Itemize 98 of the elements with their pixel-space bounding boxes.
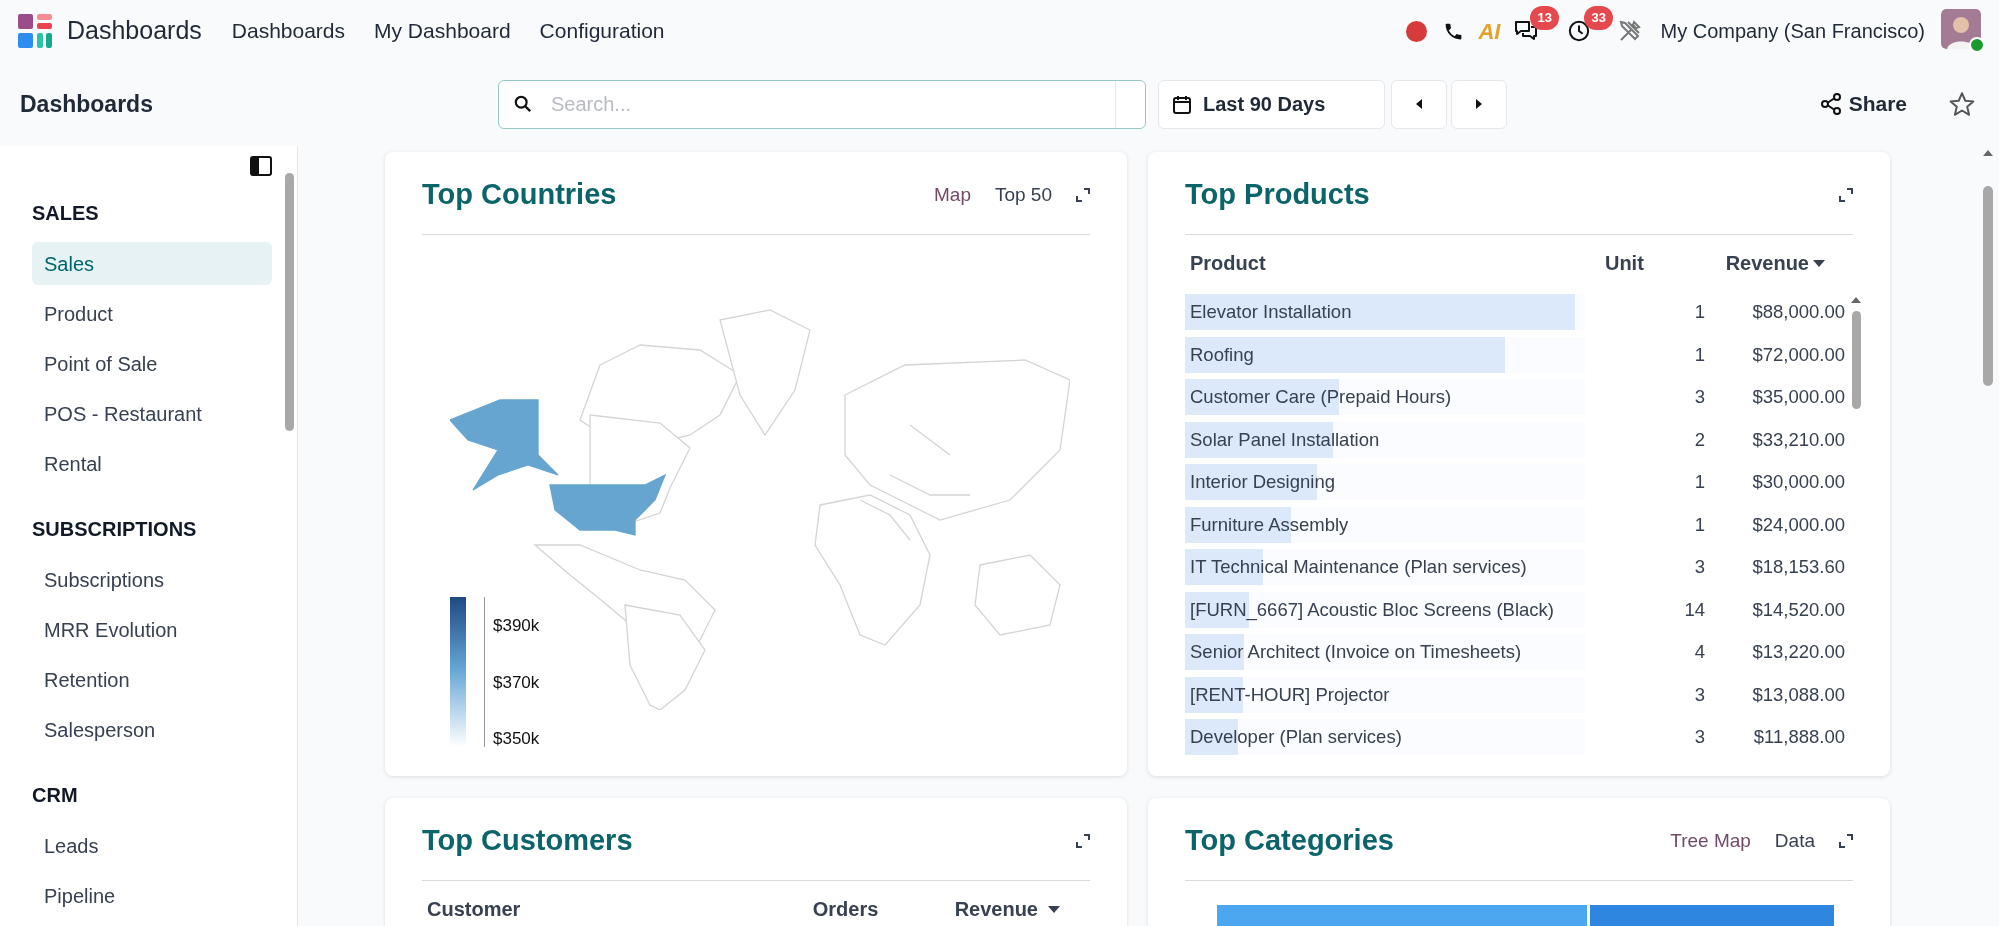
company-name[interactable]: My Company (San Francisco) [1660, 16, 1925, 46]
tools-icon[interactable] [1618, 19, 1643, 43]
expand-icon[interactable] [1839, 834, 1853, 848]
column-header: Orders [812, 897, 880, 922]
unit-cell-text: 4 [1693, 640, 1705, 665]
product-name: Developer (Plan services) [1189, 725, 1402, 750]
view-tab[interactable]: Data [1774, 826, 1815, 856]
column-header: Product [1190, 251, 1267, 276]
product-name: Elevator Installation [1189, 300, 1352, 325]
sidebar-item[interactable]: POS - Restaurant [32, 392, 272, 435]
revenue-cell-text: $33,210.00 [1751, 427, 1845, 452]
revenue-cell-text: $18,153.60 [1751, 555, 1845, 580]
card-title: Top Categories [1185, 823, 1394, 859]
product-name: Furniture Assembly [1189, 512, 1349, 537]
revenue-cell-text: $13,088.00 [1751, 682, 1845, 707]
user-avatar[interactable] [1941, 9, 1981, 49]
scrollbar-thumb[interactable] [1983, 186, 1993, 386]
sidebar-item[interactable]: Product [32, 292, 272, 335]
sidebar-toggle-icon[interactable] [250, 156, 272, 176]
search-icon [514, 94, 532, 113]
revenue-cell-text: $88,000.00 [1751, 300, 1845, 325]
share-button[interactable]: Share [1820, 88, 1907, 120]
product-name: Customer Care (Prepaid Hours) [1189, 385, 1452, 410]
card-title: Top Products [1185, 177, 1370, 213]
unit-cell-text: 2 [1693, 427, 1705, 452]
sidebar-section-title: SALES [32, 201, 100, 226]
sidebar-item[interactable]: MRR Evolution [32, 608, 272, 651]
revenue-cell-text: $24,000.00 [1751, 512, 1845, 537]
product-name: [FURN_6667] Acoustic Bloc Screens (Black) [1189, 597, 1554, 623]
column-header[interactable]: Revenue [954, 894, 1060, 924]
date-filter-button[interactable]: Last 90 Days [1158, 79, 1385, 129]
product-name: Solar Panel Installation [1189, 427, 1380, 452]
chat-icon[interactable] [1514, 20, 1539, 42]
sidebar-section-title: CRM [32, 783, 79, 808]
unit-cell-text: 1 [1693, 300, 1705, 325]
product-name: Interior Designing [1189, 470, 1335, 495]
unit-cell-text: 3 [1693, 385, 1705, 410]
scrollbar-thumb[interactable] [285, 173, 294, 431]
search-field[interactable]: Search... [498, 79, 1146, 129]
scrollbar-thumb[interactable] [1851, 311, 1861, 409]
revenue-cell-text: $72,000.00 [1751, 342, 1845, 367]
unit-cell-text: 1 [1693, 512, 1705, 537]
column-header: Unit [1604, 251, 1645, 276]
expand-icon[interactable] [1076, 188, 1090, 202]
caret-left-icon [1416, 99, 1422, 109]
unit-cell-text: 3 [1693, 555, 1705, 580]
product-name: IT Technical Maintenance (Plan services) [1189, 555, 1527, 580]
unit-cell-text: 1 [1693, 470, 1705, 495]
sidebar-section-title: SUBSCRIPTIONS [32, 517, 198, 542]
unit-cell-text: 1 [1693, 342, 1705, 367]
page-title: Dashboards [20, 89, 154, 119]
column-header: Customer [427, 897, 522, 922]
revenue-cell-text: $11,888.00 [1752, 725, 1845, 750]
calendar-icon [1173, 94, 1191, 114]
app-name[interactable]: Dashboards [67, 12, 202, 50]
notification-badge: 13 [1530, 6, 1559, 30]
menu-item[interactable]: My Dashboard [374, 15, 511, 47]
expand-icon[interactable] [1839, 188, 1853, 202]
menu-item[interactable]: Dashboards [231, 15, 346, 47]
view-tab[interactable]: Top 50 [994, 180, 1052, 210]
view-tab[interactable]: Tree Map [1670, 826, 1751, 856]
sort-caret-icon [1048, 905, 1060, 913]
expand-icon[interactable] [1076, 834, 1090, 848]
notification-badge: 33 [1584, 6, 1613, 30]
unit-cell-text: 14 [1683, 597, 1705, 622]
revenue-cell-text: $14,520.00 [1751, 597, 1845, 622]
scroll-up-arrow-icon[interactable] [1983, 150, 1993, 156]
legend-label: $390k [493, 617, 540, 634]
unit-cell-text: 3 [1693, 725, 1705, 750]
caret-right-icon [1476, 99, 1482, 109]
sidebar-item[interactable]: Sales [32, 242, 272, 285]
product-name: [RENT-HOUR] Projector [1189, 682, 1390, 707]
legend-label: $370k [493, 673, 540, 691]
sidebar-item[interactable]: Salesperson [32, 708, 272, 751]
revenue-cell-text: $13,220.00 [1751, 640, 1845, 665]
revenue-cell-text: $30,000.00 [1751, 470, 1845, 495]
sort-caret-icon [1813, 259, 1825, 267]
sidebar-item[interactable]: Rental [32, 442, 272, 485]
legend-label: $350k [493, 730, 540, 747]
revenue-cell-text: $35,000.00 [1751, 385, 1845, 410]
product-name: Roofing [1189, 342, 1254, 367]
sidebar-item[interactable]: Subscriptions [32, 558, 272, 601]
app-logo-icon[interactable] [18, 14, 52, 48]
sidebar-item[interactable]: Retention [32, 658, 272, 701]
product-name: Senior Architect (Invoice on Timesheets) [1189, 640, 1522, 665]
scroll-up-arrow-icon[interactable] [1851, 297, 1861, 303]
view-tab[interactable]: Map [934, 180, 971, 210]
column-header[interactable]: Revenue [1725, 248, 1825, 278]
card-title: Top Countries [422, 177, 617, 213]
star-icon[interactable] [1949, 91, 1975, 117]
sidebar-item[interactable]: Leads [32, 824, 272, 867]
share-icon [1820, 93, 1841, 115]
unit-cell-text: 3 [1693, 682, 1705, 707]
sidebar-item[interactable]: Pipeline [32, 874, 272, 917]
menu-item[interactable]: Configuration [539, 15, 665, 47]
clock-icon[interactable] [1568, 20, 1591, 42]
sidebar-item[interactable]: Point of Sale [32, 342, 272, 385]
card-title: Top Customers [422, 823, 633, 859]
